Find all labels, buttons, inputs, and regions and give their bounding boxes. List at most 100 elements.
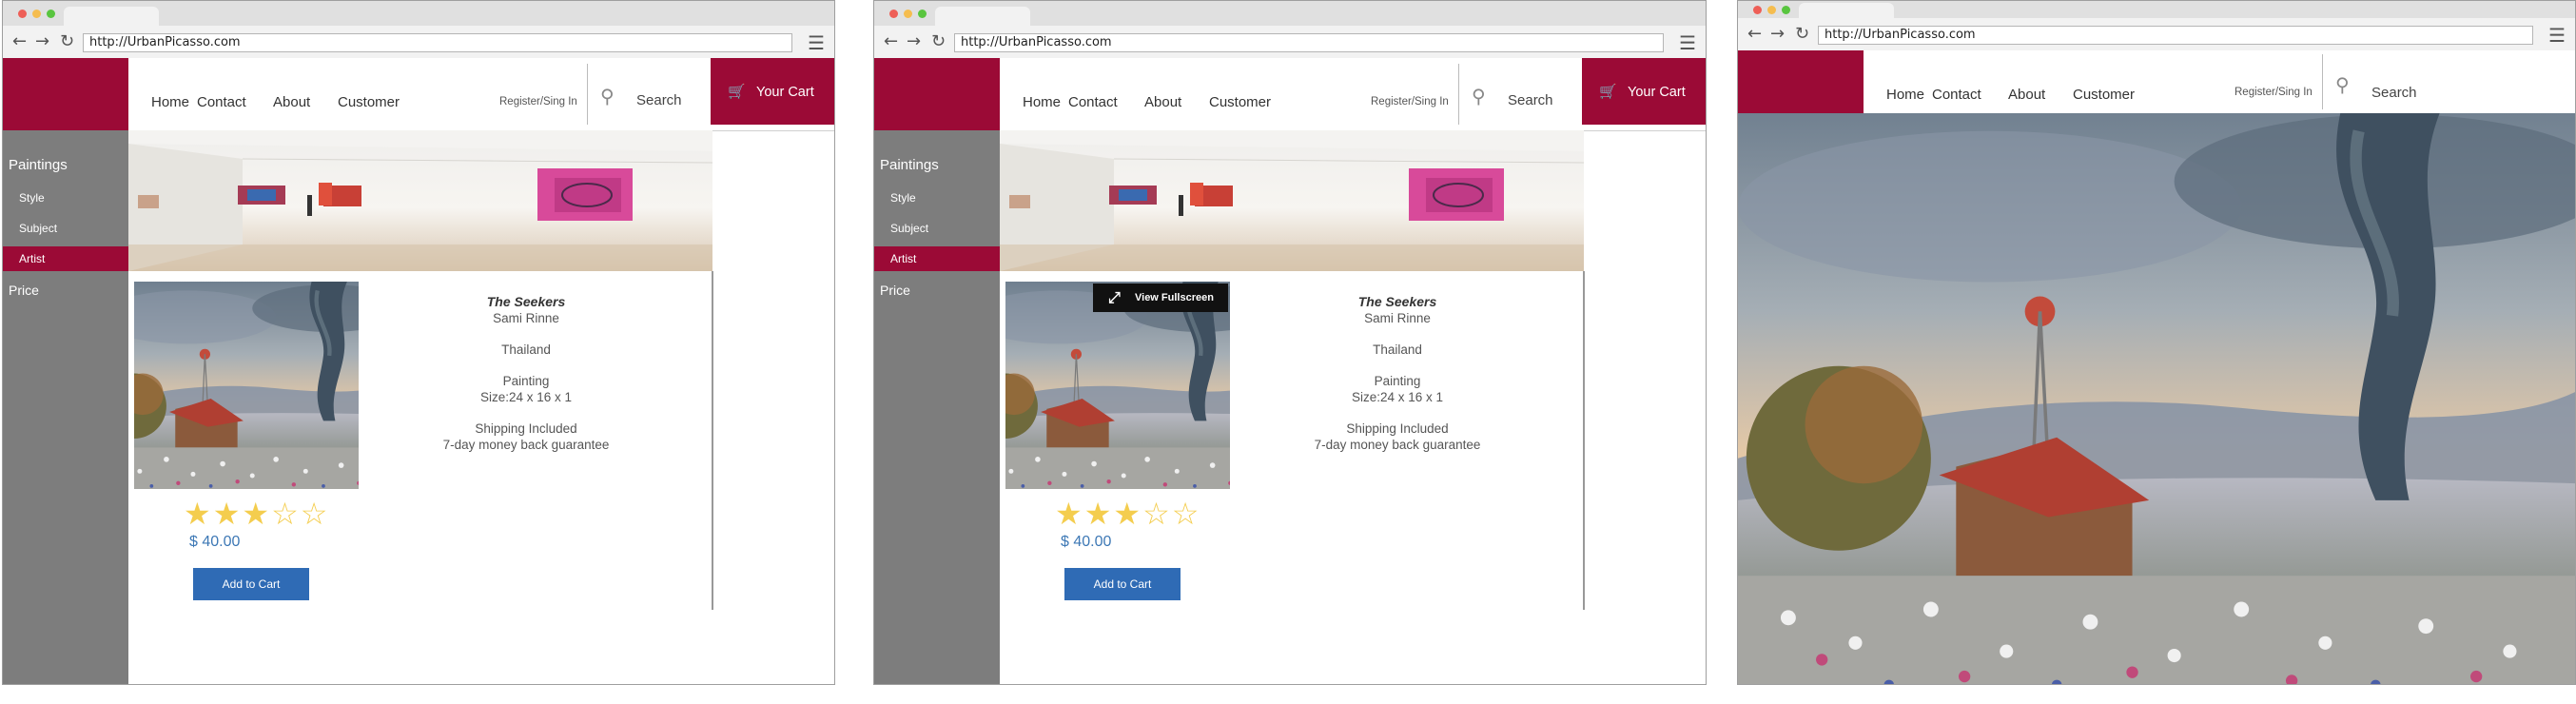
search-divider [2322, 54, 2323, 109]
hamburger-menu-icon[interactable]: ☰ [2548, 26, 2566, 45]
search-icon[interactable]: ⚲ [2335, 73, 2350, 96]
search-input[interactable]: Search [636, 92, 682, 108]
browser-window-1: ← → ↻ http://UrbanPicasso.com ☰ Home Con… [2, 0, 835, 685]
url-field[interactable]: http://UrbanPicasso.com [954, 33, 1664, 52]
forward-arrow-icon[interactable]: → [1770, 25, 1785, 44]
hamburger-menu-icon[interactable]: ☰ [808, 33, 825, 52]
browser-tab[interactable] [64, 7, 159, 26]
star-empty-icon[interactable]: ☆ [1142, 496, 1172, 532]
nav-about[interactable]: About [2008, 87, 2045, 103]
product-price: $ 40.00 [1061, 534, 1112, 550]
address-bar-row: ← → ↻ http://UrbanPicasso.com ☰ [874, 26, 1706, 59]
add-to-cart-button[interactable]: Add to Cart [193, 568, 309, 600]
star-filled-icon[interactable]: ★ [1113, 496, 1142, 532]
address-bar-row: ← → ↻ http://UrbanPicasso.com ☰ [3, 26, 834, 59]
minimize-dot[interactable] [904, 10, 912, 18]
register-link[interactable]: Register/Sing In [499, 96, 577, 108]
register-link[interactable]: Register/Sing In [2234, 87, 2313, 98]
sidebar-price[interactable]: Price [880, 283, 910, 298]
star-filled-icon[interactable]: ★ [184, 496, 213, 532]
forward-arrow-icon[interactable]: → [907, 32, 921, 51]
nav-home[interactable]: Home [1886, 87, 1924, 103]
close-dot[interactable] [889, 10, 898, 18]
product-country: Thailand [501, 342, 551, 357]
url-field[interactable]: http://UrbanPicasso.com [83, 33, 792, 52]
close-dot[interactable] [1753, 6, 1762, 14]
product-price: $ 40.00 [189, 534, 241, 550]
nav-home[interactable]: Home [151, 94, 189, 110]
search-icon[interactable]: ⚲ [600, 85, 615, 108]
url-field[interactable]: http://UrbanPicasso.com [1818, 26, 2533, 45]
reload-icon[interactable]: ↻ [1795, 25, 1809, 44]
back-arrow-icon[interactable]: ← [1747, 25, 1762, 44]
logo-block[interactable] [3, 58, 128, 130]
star-filled-icon[interactable]: ★ [1084, 496, 1114, 532]
close-dot[interactable] [18, 10, 27, 18]
rating-stars[interactable]: ★★★☆☆ [1055, 498, 1200, 530]
search-input[interactable]: Search [1508, 92, 1553, 108]
browser-window-2: ← → ↻ http://UrbanPicasso.com ☰ Home Con… [873, 0, 1707, 685]
nav-contact[interactable]: Contact [1068, 94, 1118, 110]
sidebar-item-style[interactable]: Style [874, 186, 1000, 210]
nav-contact[interactable]: Contact [1932, 87, 1981, 103]
product-info: The Seekers Sami Rinne Thailand Painting… [1274, 294, 1521, 453]
sidebar-item-subject[interactable]: Subject [3, 216, 128, 241]
search-icon[interactable]: ⚲ [1472, 85, 1486, 108]
cart-button[interactable]: 🛒 Your Cart [1582, 58, 1706, 125]
back-arrow-icon[interactable]: ← [12, 32, 27, 51]
nav-about[interactable]: About [273, 94, 310, 110]
reload-icon[interactable]: ↻ [931, 32, 946, 51]
product-medium: Painting [502, 374, 550, 388]
star-empty-icon[interactable]: ☆ [271, 496, 301, 532]
sidebar-item-subject[interactable]: Subject [874, 216, 1000, 241]
sidebar-heading[interactable]: Paintings [9, 157, 68, 173]
minimize-dot[interactable] [1767, 6, 1776, 14]
sidebar-item-artist[interactable]: Artist [3, 246, 128, 271]
rating-stars[interactable]: ★★★☆☆ [184, 498, 329, 530]
product-title: The Seekers [1357, 294, 1437, 309]
logo-block[interactable] [1738, 50, 1864, 113]
reload-icon[interactable]: ↻ [60, 32, 74, 51]
fullscreen-painting[interactable] [1738, 113, 2576, 685]
star-filled-icon[interactable]: ★ [1055, 496, 1084, 532]
star-filled-icon[interactable]: ★ [213, 496, 243, 532]
cart-icon: 🛒 [1599, 83, 1617, 100]
add-to-cart-button[interactable]: Add to Cart [1064, 568, 1181, 600]
site-header: Home Contact About Customer Register/Sin… [874, 58, 1706, 131]
search-input[interactable]: Search [2371, 85, 2417, 101]
sidebar-item-style[interactable]: Style [3, 186, 128, 210]
star-filled-icon[interactable]: ★ [242, 496, 271, 532]
gallery-banner [1000, 130, 1584, 271]
minimize-dot[interactable] [32, 10, 41, 18]
browser-tab[interactable] [1799, 3, 1894, 18]
view-fullscreen-label: View Fullscreen [1135, 292, 1214, 303]
cart-button[interactable]: 🛒 Your Cart [711, 58, 834, 125]
nav-contact[interactable]: Contact [197, 94, 246, 110]
product-thumbnail[interactable] [134, 282, 359, 489]
search-divider [1458, 64, 1459, 125]
maximize-dot[interactable] [47, 10, 55, 18]
nav-home[interactable]: Home [1023, 94, 1061, 110]
logo-block[interactable] [874, 58, 1000, 130]
sidebar-heading[interactable]: Paintings [880, 157, 939, 173]
star-empty-icon[interactable]: ☆ [301, 496, 330, 532]
nav-customer[interactable]: Customer [338, 94, 400, 110]
maximize-dot[interactable] [1782, 6, 1790, 14]
product-thumbnail[interactable]: ⤢ View Fullscreen [1005, 282, 1230, 489]
nav-customer[interactable]: Customer [2073, 87, 2135, 103]
register-link[interactable]: Register/Sing In [1371, 96, 1449, 108]
browser-tab[interactable] [935, 7, 1030, 26]
nav-customer[interactable]: Customer [1209, 94, 1271, 110]
sidebar-item-artist[interactable]: Artist [874, 246, 1000, 271]
star-empty-icon[interactable]: ☆ [1172, 496, 1201, 532]
product-artist: Sami Rinne [493, 311, 559, 325]
nav-about[interactable]: About [1144, 94, 1181, 110]
forward-arrow-icon[interactable]: → [35, 32, 49, 51]
maximize-dot[interactable] [918, 10, 927, 18]
cart-label: Your Cart [1628, 85, 1686, 100]
sidebar-price[interactable]: Price [9, 283, 39, 298]
hamburger-menu-icon[interactable]: ☰ [1679, 33, 1696, 52]
cart-icon: 🛒 [728, 83, 746, 100]
back-arrow-icon[interactable]: ← [884, 32, 898, 51]
view-fullscreen-button[interactable]: ⤢ View Fullscreen [1093, 284, 1228, 312]
